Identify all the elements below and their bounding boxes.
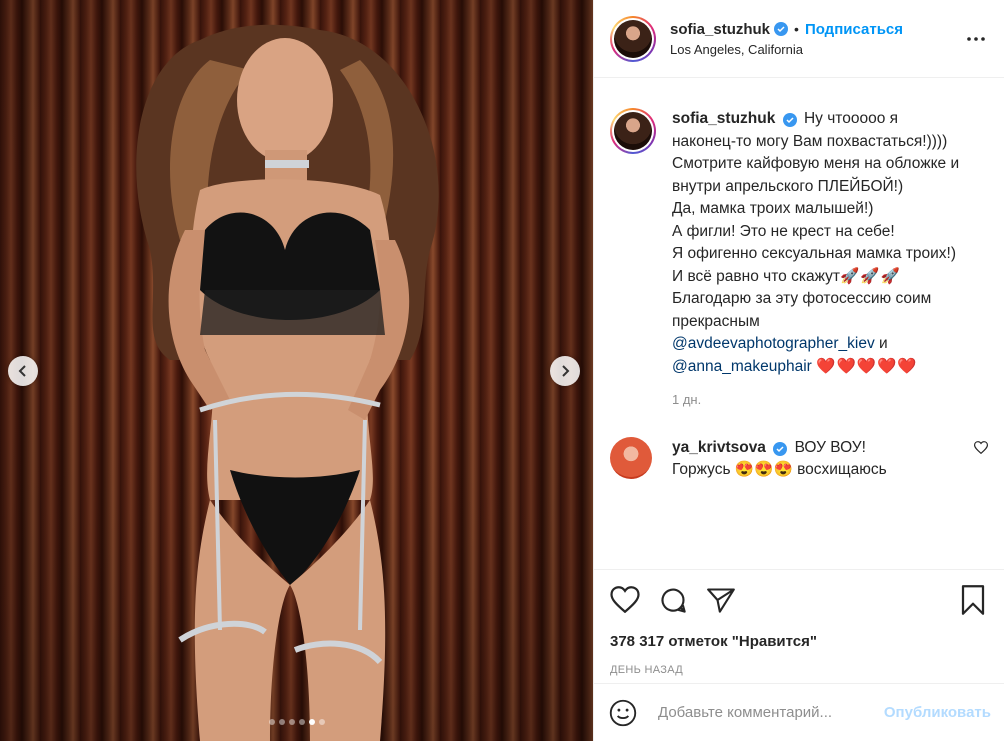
comments-section: sofia_stuzhuk Ну чтооооо я наконец-то мо… [594,78,1004,569]
save-button[interactable] [956,583,990,617]
post-side-panel: sofia_stuzhuk • Подписаться Los Angeles,… [593,0,1004,741]
comment-line: ВОУ ВОУ! [794,439,866,456]
slide-dot [278,719,285,725]
comment-like-button[interactable] [973,441,989,457]
verified-badge-icon [773,442,788,456]
add-comment-bar: Опубликовать [594,683,1004,741]
commenter-username[interactable]: ya_krivtsova [672,439,766,456]
commenter-avatar[interactable] [610,437,652,479]
comment-line: Горжусь [672,461,731,478]
post-media[interactable] [0,0,593,741]
slide-dot [318,719,325,725]
avatar-photo [614,112,652,150]
emoji-picker-button[interactable] [608,698,638,728]
comment-button[interactable] [656,583,690,617]
smiley-icon [609,699,637,726]
author-avatar[interactable] [610,15,656,62]
like-button[interactable] [608,583,642,617]
comment-text: ya_krivtsova ВОУ ВОУ! Горжусь 😍😍😍 восхищ… [672,437,947,481]
caption-line: Я офигенно сексуальная мамка троих!) [672,245,956,262]
likes-count[interactable]: 378 317 отметок "Нравится" [594,633,1004,650]
post-actions [594,569,1004,629]
slide-dot [298,719,305,725]
caption-line: Да, мамка троих малышей!) [672,200,874,217]
caption-conjunction: и [879,335,888,352]
more-horizontal-icon [967,36,985,41]
caption-line: А фигли! Это не крест на себе! [672,222,895,240]
slide-indicator [0,719,593,725]
caption-username[interactable]: sofia_stuzhuk [672,110,775,127]
verified-badge-icon [774,22,789,36]
previous-slide-button[interactable] [8,356,38,386]
publish-comment-button[interactable]: Опубликовать [884,704,991,721]
comment-item: ya_krivtsova ВОУ ВОУ! Горжусь 😍😍😍 восхищ… [610,437,989,481]
caption-text: sofia_stuzhuk Ну чтооооо я наконец-то мо… [672,108,962,378]
caption-line: Смотрите кайфовую меня на обложке и внут… [672,155,960,195]
heart-outline-icon [973,441,989,455]
chevron-right-icon [562,365,570,377]
post-location[interactable]: Los Angeles, California [670,42,964,57]
mention-link[interactable]: @anna_makeuphair [672,358,812,375]
rocket-emojis: 🚀🚀🚀 [839,267,901,285]
slide-dot [308,719,315,725]
instagram-post: sofia_stuzhuk • Подписаться Los Angeles,… [0,0,1004,741]
comment-input[interactable] [658,704,884,721]
avatar-photo [614,19,652,58]
verified-badge-icon [782,113,797,127]
slide-dot [288,719,295,725]
share-button[interactable] [704,583,738,617]
follow-button[interactable]: Подписаться [805,21,903,38]
next-slide-button[interactable] [550,356,580,386]
comment-bubble-icon [661,588,686,613]
caption: sofia_stuzhuk Ну чтооооо я наконец-то мо… [610,108,988,378]
caption-line: Благодарю за эту фотосессию соим прекрас… [672,290,932,330]
heart-emojis: ❤️❤️❤️❤️❤️ [816,357,918,375]
caption-line: И всё равно что скажут [672,267,840,285]
slide-dot [268,719,275,725]
post-header: sofia_stuzhuk • Подписаться Los Angeles,… [594,0,1004,78]
mention-link[interactable]: @avdeevaphotographer_kiev [672,335,875,352]
heart-outline-icon [610,586,640,613]
caption-timestamp[interactable]: 1 дн. [672,392,988,407]
heart-eyes-emojis: 😍😍😍 [734,461,793,478]
comment-line: восхищаюсь [797,461,887,478]
more-options-button[interactable] [964,27,988,51]
post-photo [136,24,439,741]
author-username[interactable]: sofia_stuzhuk [670,21,770,38]
bookmark-icon [961,584,985,615]
paper-plane-icon [707,587,735,613]
caption-author-avatar[interactable] [610,108,656,154]
chevron-left-icon [18,365,26,377]
post-date[interactable]: ДЕНЬ НАЗАД [594,664,1004,676]
